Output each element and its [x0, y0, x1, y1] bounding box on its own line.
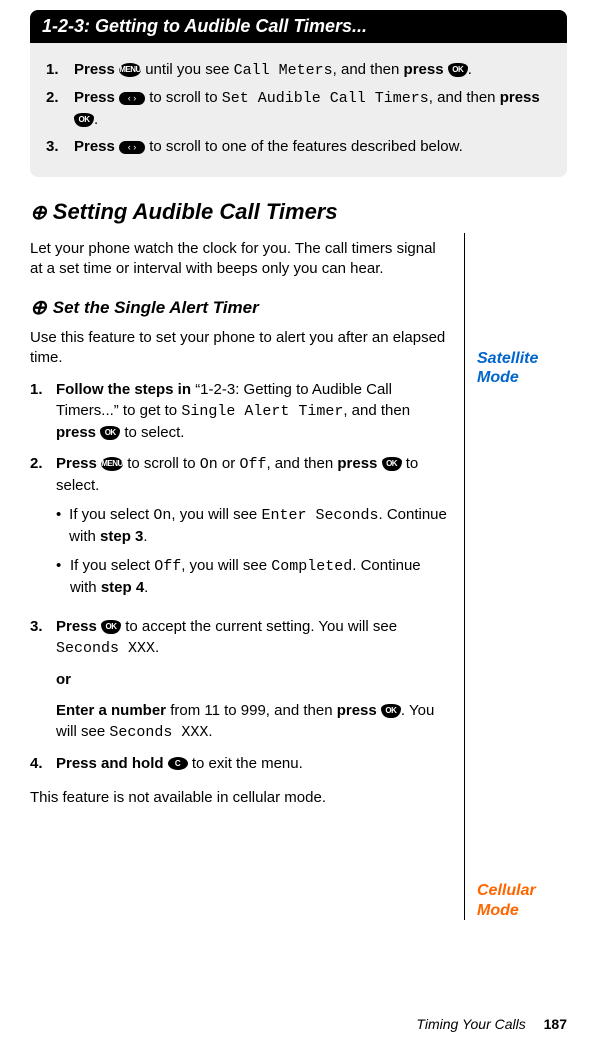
page-number: 187	[544, 1016, 567, 1032]
satellite-mode-label: Satellite Mode	[477, 349, 567, 387]
globe-icon: ⊕	[30, 203, 47, 223]
footer-text: Timing Your Calls	[416, 1016, 525, 1032]
quick-steps-box: 1. Press MENU until you see Call Meters,…	[30, 43, 567, 177]
c-icon: C	[168, 757, 188, 770]
header-bar: 1-2-3: Getting to Audible Call Timers...	[30, 10, 567, 43]
ok-icon: OK	[74, 113, 94, 127]
ok-icon: OK	[100, 426, 120, 440]
ok-icon: OK	[448, 63, 468, 77]
cellular-note: This feature is not available in cellula…	[30, 788, 448, 808]
quick-step-3: 3. Press ‹ › to scroll to one of the fea…	[46, 136, 551, 157]
subsection-intro: Use this feature to set your phone to al…	[30, 328, 448, 369]
header-rest: Getting to Audible Call Timers...	[90, 16, 367, 36]
main-step-2: 2. Press MENU to scroll to On or Off, an…	[30, 453, 448, 606]
menu-icon: MENU	[101, 457, 123, 471]
ok-icon: OK	[382, 457, 402, 471]
scroll-icon: ‹ ›	[119, 92, 145, 105]
ok-icon: OK	[101, 620, 121, 634]
mode-column: Satellite Mode Cellular Mode	[464, 233, 567, 920]
globe-icon: ⊕	[30, 298, 47, 318]
section-intro: Let your phone watch the clock for you. …	[30, 239, 448, 280]
scroll-icon: ‹ ›	[119, 141, 145, 154]
main-step-1: 1. Follow the steps in “1-2-3: Getting t…	[30, 379, 448, 443]
main-step-4: 4. Press and hold C to exit the menu.	[30, 753, 448, 774]
main-steps: 1. Follow the steps in “1-2-3: Getting t…	[30, 379, 448, 774]
bullet-off: • If you select Off, you will see Comple…	[56, 555, 448, 598]
header-prefix: 1-2-3:	[42, 16, 90, 36]
quick-step-1: 1. Press MENU until you see Call Meters,…	[46, 59, 551, 81]
bullet-on: • If you select On, you will see Enter S…	[56, 504, 448, 547]
section-title: ⊕Setting Audible Call Timers	[30, 199, 567, 225]
main-step-3: 3. Press OK to accept the current settin…	[30, 616, 448, 743]
quick-step-2: 2. Press ‹ › to scroll to Set Audible Ca…	[46, 87, 551, 130]
menu-icon: MENU	[119, 63, 141, 77]
subsection-title: ⊕Set the Single Alert Timer	[30, 298, 448, 319]
ok-icon: OK	[381, 704, 401, 718]
page-footer: Timing Your Calls 187	[416, 1016, 567, 1032]
sub-bullets: • If you select On, you will see Enter S…	[56, 504, 448, 598]
cellular-mode-label: Cellular Mode	[477, 881, 567, 919]
